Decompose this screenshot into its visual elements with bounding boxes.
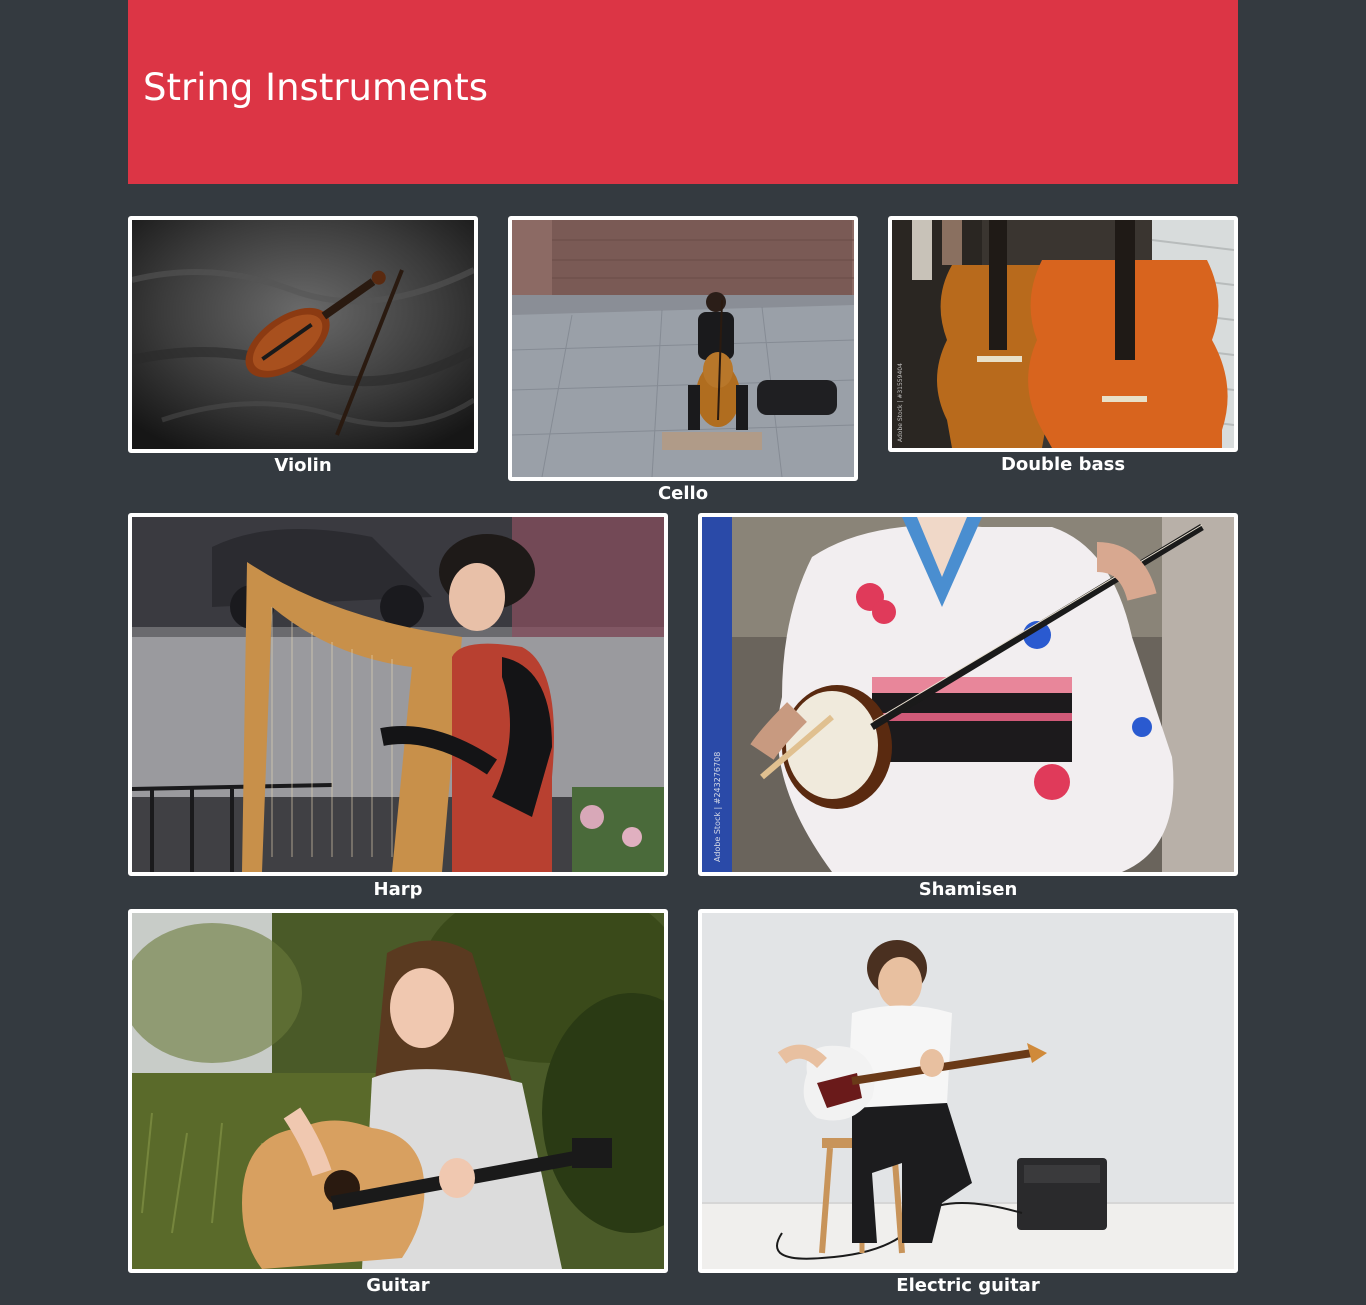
gallery-card-double-bass[interactable]: Adobe Stock | #31559404: [888, 216, 1238, 452]
shamisen-photo: Adobe Stock | #243276708: [702, 517, 1234, 872]
cello-photo: [512, 220, 854, 477]
page-header: String Instruments: [128, 0, 1238, 184]
gallery-card-harp[interactable]: [128, 513, 668, 876]
gallery-caption-electric-guitar: Electric guitar: [896, 1275, 1040, 1296]
gallery-card-guitar[interactable]: [128, 909, 668, 1273]
double-bass-watermark: Adobe Stock | #31559404: [897, 363, 904, 442]
gallery-card-cello[interactable]: [508, 216, 858, 481]
gallery-caption-shamisen: Shamisen: [918, 879, 1018, 900]
gallery-caption-guitar: Guitar: [366, 1275, 430, 1296]
harp-photo: [132, 517, 664, 872]
gallery-caption-double-bass: Double bass: [1000, 454, 1126, 475]
gallery-caption-cello: Cello: [657, 483, 709, 504]
gallery-caption-violin: Violin: [274, 455, 332, 476]
page-title: String Instruments: [143, 66, 489, 109]
guitar-photo: [132, 913, 664, 1269]
shamisen-watermark: Adobe Stock | #243276708: [713, 752, 722, 862]
gallery-card-shamisen[interactable]: Adobe Stock | #243276708: [698, 513, 1238, 876]
violin-photo: [132, 220, 474, 449]
gallery-caption-harp: Harp: [373, 879, 423, 900]
electric-guitar-photo: [702, 913, 1234, 1269]
double-bass-photo: Adobe Stock | #31559404: [892, 220, 1234, 448]
gallery-card-violin[interactable]: [128, 216, 478, 453]
gallery-card-electric-guitar[interactable]: [698, 909, 1238, 1273]
